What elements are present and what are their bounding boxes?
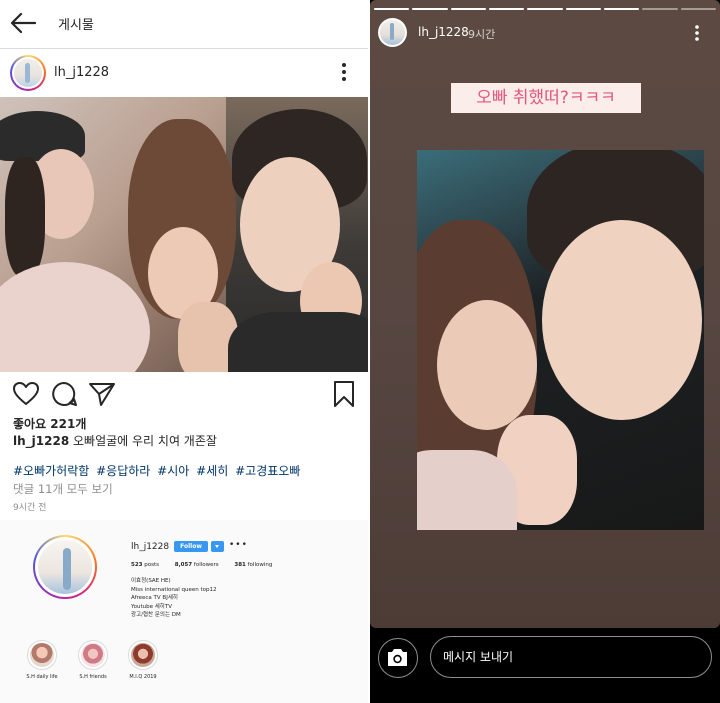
page-title: 게시물 bbox=[58, 18, 94, 33]
progress-segment bbox=[565, 8, 601, 10]
story-username[interactable]: lh_j1228 bbox=[418, 25, 469, 39]
progress-segment bbox=[680, 8, 716, 10]
followers-stat[interactable]: 8,057 followers bbox=[175, 562, 219, 568]
more-vertical-icon[interactable] bbox=[690, 22, 704, 44]
highlight-label: M.I.Q 2019 bbox=[129, 674, 157, 680]
highlight-cover bbox=[81, 643, 105, 667]
person-right-body bbox=[228, 312, 368, 372]
post-header: lh_j1228 bbox=[0, 49, 368, 97]
profile-avatar[interactable] bbox=[33, 535, 97, 599]
hashtag-link[interactable]: #세히 bbox=[196, 464, 228, 478]
progress-segment bbox=[642, 8, 678, 10]
camera-button[interactable] bbox=[378, 638, 418, 678]
bookmark-icon[interactable] bbox=[330, 380, 358, 408]
story-highlight[interactable]: M.I.Q 2019 bbox=[125, 640, 161, 680]
following-stat[interactable]: 381 following bbox=[234, 562, 272, 568]
profile-more-button[interactable]: ••• bbox=[229, 540, 248, 550]
bio-line: Miss international queen top12 bbox=[131, 586, 217, 593]
highlight-cover bbox=[30, 643, 54, 667]
camera-icon bbox=[388, 649, 407, 666]
follow-dropdown-button[interactable] bbox=[211, 541, 224, 552]
post-photo[interactable] bbox=[0, 97, 368, 372]
bio-line: 광고/협찬 문의는 DM bbox=[131, 612, 181, 618]
story-text-sticker: 오빠 취했떠?ㅋㅋㅋ bbox=[451, 83, 641, 113]
progress-segment bbox=[450, 8, 486, 10]
story-progress-bar bbox=[374, 8, 716, 10]
more-vertical-icon[interactable] bbox=[336, 61, 352, 83]
hashtag-link[interactable]: #고경표오빠 bbox=[235, 464, 300, 478]
posts-stat: 523 posts bbox=[131, 562, 159, 568]
back-arrow-icon[interactable] bbox=[10, 12, 36, 34]
person-left-hair bbox=[5, 157, 45, 277]
person-man-face bbox=[542, 220, 702, 420]
profile-avatar-image bbox=[38, 540, 92, 594]
post-actions bbox=[0, 380, 368, 410]
story-highlight[interactable]: S.H friends bbox=[75, 640, 111, 680]
caption-username[interactable]: lh_j1228 bbox=[13, 434, 69, 448]
story-photo bbox=[417, 150, 704, 530]
highlight-label: S.H friends bbox=[79, 674, 107, 680]
comment-icon[interactable] bbox=[50, 380, 78, 408]
story-avatar-image bbox=[380, 20, 405, 45]
caption: lh_j1228 오빠얼굴에 우리 치여 개존잘 bbox=[13, 432, 217, 449]
avatar-image bbox=[14, 59, 42, 87]
hashtag-link[interactable]: #응답하라 bbox=[96, 464, 150, 478]
profile-username: lh_j1228 bbox=[131, 542, 170, 552]
top-bar: 게시물 bbox=[0, 0, 368, 48]
hashtag-link[interactable]: #시아 bbox=[157, 464, 189, 478]
bio-line: Youtube 세히TV bbox=[131, 603, 172, 610]
progress-segment bbox=[527, 8, 563, 10]
bio-line: 이효정(SAE HE) bbox=[131, 578, 171, 584]
profile-stats: 523 posts 8,057 followers 381 following bbox=[131, 562, 286, 568]
story-avatar[interactable] bbox=[378, 18, 407, 47]
hashtag-link[interactable]: #오빠가허락함 bbox=[13, 464, 89, 478]
story-highlight[interactable]: S.H daily life bbox=[24, 640, 60, 680]
progress-segment bbox=[374, 8, 410, 10]
profile-bio: 이효정(SAE HE) Miss international queen top… bbox=[131, 577, 217, 620]
share-icon[interactable] bbox=[88, 380, 116, 408]
message-input[interactable] bbox=[430, 636, 712, 678]
avatar[interactable] bbox=[10, 55, 46, 91]
highlight-cover bbox=[131, 643, 155, 667]
post-timestamp: 9시간 전 bbox=[13, 503, 47, 513]
person-left-body bbox=[0, 262, 150, 372]
story-canvas[interactable]: lh_j1228 9시간 오빠 취했떠?ㅋㅋㅋ bbox=[370, 0, 720, 628]
hashtags: #오빠가허락함 #응답하라 #시아 #세히 #고경표오빠 bbox=[13, 462, 303, 479]
view-comments-link[interactable]: 댓글 11개 모두 보기 bbox=[13, 481, 113, 497]
post-view-panel: 게시물 lh_j1228 좋아요 221개 lh_j1228 오빠얼굴에 우리 … bbox=[0, 0, 368, 703]
heart-icon[interactable] bbox=[12, 380, 40, 408]
follow-button[interactable]: Follow bbox=[174, 541, 208, 552]
bio-line: Afreeca TV BJ세히 bbox=[131, 595, 178, 601]
progress-segment bbox=[412, 8, 448, 10]
likes-count[interactable]: 좋아요 221개 bbox=[13, 415, 86, 432]
progress-segment bbox=[488, 8, 525, 10]
story-view-panel: lh_j1228 9시간 오빠 취했떠?ㅋㅋㅋ bbox=[370, 0, 720, 703]
person-woman-shirt bbox=[417, 450, 517, 530]
story-timestamp: 9시간 bbox=[468, 28, 496, 41]
post-username[interactable]: lh_j1228 bbox=[54, 65, 109, 80]
highlight-label: S.H daily life bbox=[26, 674, 58, 680]
person-woman-face bbox=[437, 300, 537, 430]
caption-text: 오빠얼굴에 우리 치여 개존잘 bbox=[73, 434, 217, 448]
story-reply-bar bbox=[370, 628, 720, 703]
progress-segment bbox=[603, 8, 640, 10]
